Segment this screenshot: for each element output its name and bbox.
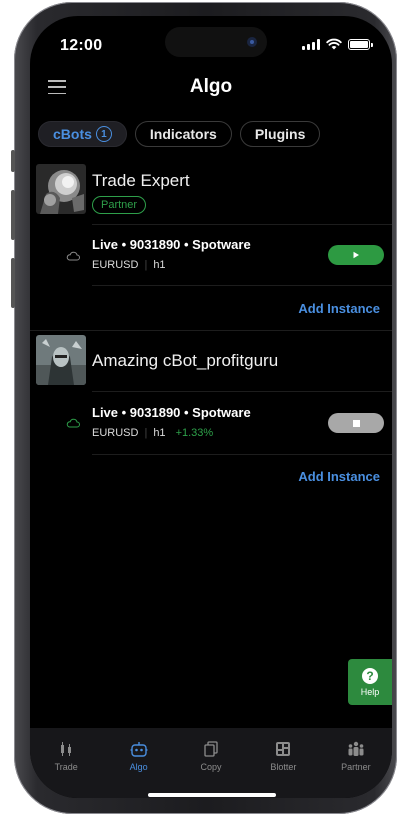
cloud-icon	[66, 251, 80, 261]
instance-title: Live • 9031890 • Spotware	[92, 405, 251, 420]
side-button-volume-down	[11, 258, 15, 308]
side-button-silent	[11, 150, 15, 172]
meta-separator: |	[144, 427, 148, 439]
nav-label: Blotter	[270, 762, 297, 772]
help-button[interactable]: ? Help	[348, 659, 392, 705]
instance-gain: +1.33%	[175, 427, 214, 439]
cloud-icon	[66, 418, 80, 428]
partner-tag: Partner	[92, 196, 147, 214]
dynamic-island	[165, 27, 267, 57]
algo-tabs: cBots 1 Indicators Plugins	[38, 121, 321, 147]
tab-cbots[interactable]: cBots 1	[38, 121, 127, 147]
help-label: Help	[360, 686, 380, 697]
trade-icon	[59, 740, 73, 758]
nav-label: Trade	[54, 762, 78, 772]
divider	[30, 330, 392, 331]
add-instance-button[interactable]: Add Instance	[298, 301, 380, 316]
question-icon: ?	[362, 667, 378, 684]
page-title: Algo	[189, 76, 233, 97]
nav-item-blotter[interactable]: Blotter	[247, 728, 319, 798]
instance-timeframe: h1	[153, 259, 166, 271]
play-icon	[353, 251, 359, 259]
camera-icon	[247, 37, 257, 47]
start-bot-button[interactable]	[328, 245, 384, 265]
nav-label: Algo	[129, 762, 148, 772]
home-indicator[interactable]	[148, 793, 276, 797]
bot-name[interactable]: Amazing cBot_profitguru	[92, 351, 278, 371]
add-instance-button[interactable]: Add Instance	[298, 469, 380, 484]
nav-item-trade[interactable]: Trade	[30, 728, 102, 798]
instance-symbol: EURUSD	[92, 259, 139, 271]
copy-icon	[204, 740, 218, 758]
instance-meta: EURUSD | h1 +1.33%	[92, 427, 213, 439]
divider	[92, 391, 392, 392]
bottom-nav: Trade Algo Copy Blotter Partner	[30, 728, 392, 798]
tab-plugins[interactable]: Plugins	[239, 121, 321, 147]
instance-title: Live • 9031890 • Spotware	[92, 237, 251, 252]
nav-item-copy[interactable]: Copy	[175, 728, 247, 798]
nav-item-partner[interactable]: Partner	[320, 728, 392, 798]
bot-avatar-trade-expert[interactable]	[36, 164, 86, 214]
divider	[92, 454, 392, 455]
instance-timeframe: h1	[153, 427, 166, 439]
app-screen: 12:00 Algo cBots 1 Indicators Plugins Tr…	[30, 16, 392, 798]
signal-icon	[302, 38, 320, 50]
tab-cbots-label: cBots	[53, 126, 92, 142]
battery-icon	[348, 38, 373, 50]
instance-meta: EURUSD | h1	[92, 259, 166, 271]
wifi-icon	[326, 38, 342, 50]
divider	[92, 285, 392, 286]
side-button-volume-up	[11, 190, 15, 240]
tab-indicators[interactable]: Indicators	[134, 121, 232, 147]
nav-label: Copy	[200, 762, 222, 772]
status-time: 12:00	[60, 37, 103, 54]
meta-separator: |	[144, 259, 148, 271]
tab-cbots-count-badge: 1	[95, 126, 112, 142]
bot-name[interactable]: Trade Expert	[92, 171, 190, 191]
nav-label: Partner	[341, 762, 371, 772]
nav-item-algo[interactable]: Algo	[102, 728, 174, 798]
stop-icon	[352, 419, 360, 427]
divider	[92, 224, 392, 225]
status-icons	[302, 38, 373, 50]
stop-bot-button[interactable]	[328, 413, 384, 433]
partner-icon	[347, 740, 365, 758]
bot-avatar-amazing-cbot[interactable]	[36, 335, 86, 385]
robot-icon	[130, 740, 148, 758]
blotter-icon	[275, 740, 291, 758]
instance-symbol: EURUSD	[92, 427, 139, 439]
